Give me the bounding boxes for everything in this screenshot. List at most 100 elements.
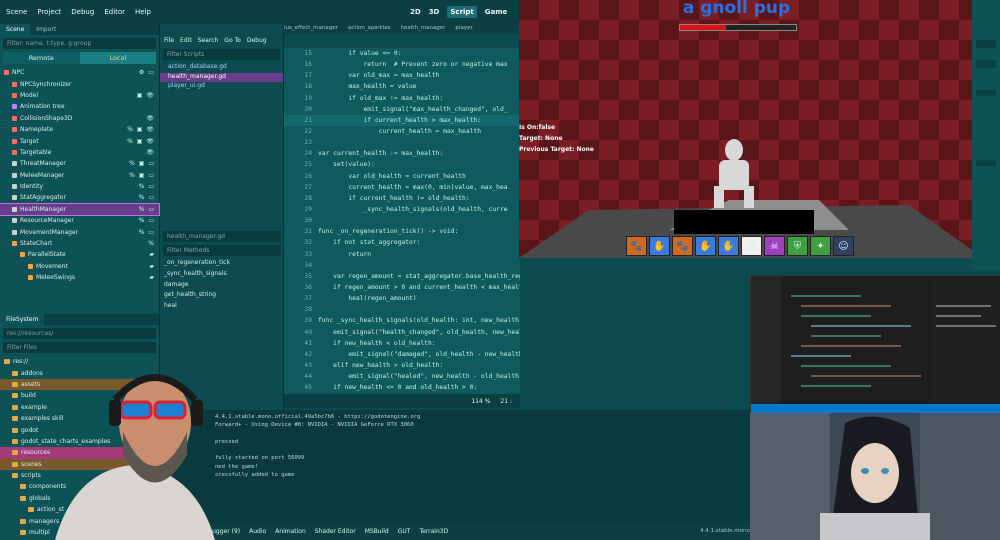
scene-node-row[interactable]: Identity % ▭: [0, 181, 159, 192]
local-button[interactable]: Local: [79, 52, 156, 64]
skill-slot-8[interactable]: ⛨: [787, 236, 808, 256]
line-text: if not stat_aggregator:: [318, 239, 421, 247]
inspector-dock-strip: [972, 0, 1000, 270]
tab-scene[interactable]: Scene: [0, 24, 31, 35]
fs-path-input[interactable]: res://resources/: [3, 328, 156, 339]
method-item[interactable]: get_health_string: [160, 291, 284, 302]
bottom-tab[interactable]: Shader Editor: [315, 528, 356, 535]
node-status-icons[interactable]: % ▭: [139, 194, 155, 201]
script-file-item[interactable]: player_ui.gd: [160, 82, 283, 92]
scene-node-row[interactable]: ResourceManager % ▭: [0, 215, 159, 226]
tab-filesystem[interactable]: FileSystem: [0, 314, 45, 325]
node-status-icons[interactable]: 👁: [146, 115, 155, 122]
bottom-tab[interactable]: MSBuild: [365, 528, 389, 535]
mode-script-button[interactable]: Script: [447, 6, 477, 18]
method-item[interactable]: heal: [160, 302, 284, 313]
skill-slot-6[interactable]: ♛: [741, 236, 762, 256]
code-editor[interactable]: 15 if value <= 0: 16 return # Prevent zer…: [284, 48, 520, 394]
node-status-icons[interactable]: 👁: [146, 149, 155, 156]
scene-node-row[interactable]: StatAggregator % ▭: [0, 192, 159, 203]
fs-filter-input[interactable]: Filter Files: [3, 342, 156, 353]
node-status-icons[interactable]: % ▭: [139, 183, 155, 190]
scene-node-row[interactable]: ThreatManager % ▣ ▭: [0, 158, 159, 169]
script-menu-go-to[interactable]: Go To: [224, 37, 241, 44]
scene-node-row[interactable]: NPC ⚙ ▭: [0, 67, 159, 78]
node-status-icons[interactable]: % ▭: [139, 229, 155, 236]
node-status-icons[interactable]: ▰: [149, 274, 155, 281]
script-menu-search[interactable]: Search: [198, 37, 219, 44]
method-item[interactable]: _on_regeneration_tick: [160, 259, 284, 270]
scene-node-row[interactable]: StateChart%: [0, 238, 159, 249]
script-menu-file[interactable]: File: [164, 37, 174, 44]
code-line: 31 func _on_regeneration_tick() -> void:: [284, 226, 520, 237]
menu-project[interactable]: Project: [37, 8, 61, 16]
scene-node-row[interactable]: Movement ▰: [0, 261, 159, 272]
node-status-icons[interactable]: % ▭: [139, 217, 155, 224]
line-text: elif new_health > old_health:: [318, 362, 444, 369]
menu-help[interactable]: Help: [135, 8, 151, 16]
node-status-icons[interactable]: % ▣ 👁: [127, 138, 155, 145]
menu-editor[interactable]: Editor: [104, 8, 125, 16]
output-line: fully started on port 56099: [215, 455, 305, 462]
bottom-tab[interactable]: Audio: [249, 528, 266, 535]
node-status-icons[interactable]: ▰: [149, 251, 155, 258]
scene-node-row[interactable]: Model ▣ 👁: [0, 90, 159, 101]
node-status-icons[interactable]: ▰: [149, 263, 155, 270]
node-status-icons[interactable]: ⚙ ▭: [139, 69, 155, 76]
skill-slot-4[interactable]: ✋: [695, 236, 716, 256]
line-text: emit_signal("damaged", old_health - new_…: [348, 350, 520, 358]
scene-node-row[interactable]: MovementManager % ▭: [0, 226, 159, 237]
node-status-icons[interactable]: %: [148, 240, 155, 247]
node-status-icons[interactable]: ▣ 👁: [137, 92, 155, 99]
script-filter-input[interactable]: Filter Scripts: [163, 49, 280, 60]
editor-tab[interactable]: player: [452, 24, 475, 34]
mode-3d-button[interactable]: 3D: [429, 8, 440, 16]
scene-node-row[interactable]: HealthManager % ▭: [0, 202, 160, 217]
method-filter-input[interactable]: Filter Methods: [163, 245, 281, 256]
skill-slot-7[interactable]: ☠: [764, 236, 785, 256]
editor-tab[interactable]: action_sparkles: [345, 24, 394, 34]
skill-slot-5[interactable]: ✋: [718, 236, 739, 256]
script-file-item[interactable]: health_manager.gd: [160, 72, 283, 82]
scene-node-row[interactable]: ParallelState ▰: [0, 249, 159, 260]
bottom-tab[interactable]: Animation: [275, 528, 306, 535]
scene-node-row[interactable]: MeleeManager % ▣ ▭: [0, 170, 159, 181]
scene-node-row[interactable]: NPCSynchronizer: [0, 78, 159, 89]
mode-2d-button[interactable]: 2D: [410, 8, 421, 16]
bottom-tab[interactable]: GUT: [398, 528, 411, 535]
node-status-icons[interactable]: % ▣ ▭: [129, 172, 155, 179]
mode-game-button[interactable]: Game: [485, 8, 508, 16]
skill-icon: ☺: [838, 240, 849, 252]
node-status-icons[interactable]: % ▭: [139, 206, 155, 213]
tab-import[interactable]: Import: [30, 24, 62, 35]
method-item[interactable]: damage: [160, 281, 284, 292]
skill-slot-3[interactable]: 🐾: [672, 236, 693, 256]
bottom-tab[interactable]: Terrain3D: [419, 528, 448, 535]
node-status-icons[interactable]: % ▣ ▭: [129, 160, 155, 167]
scene-node-row[interactable]: Targetable 👁: [0, 147, 159, 158]
editor-tab[interactable]: health_manager: [398, 24, 449, 34]
skill-slot-2[interactable]: ✋: [649, 236, 670, 256]
script-menu-debug[interactable]: Debug: [247, 37, 267, 44]
line-text: var old_max = max_health: [318, 72, 440, 80]
scene-filter-input[interactable]: Filter: name, t:type, g:group: [3, 38, 156, 49]
output-line: ccessfully added to game: [215, 472, 295, 479]
remote-button[interactable]: Remote: [3, 52, 80, 64]
menu-scene[interactable]: Scene: [6, 8, 27, 16]
scene-node-row[interactable]: CollisionShape3D 👁: [0, 113, 159, 124]
script-file-item[interactable]: action_database.gd: [160, 63, 283, 73]
scene-node-row[interactable]: Animation tree: [0, 101, 159, 112]
skill-slot-1[interactable]: 🐾: [626, 236, 647, 256]
script-menu-edit[interactable]: Edit: [180, 37, 192, 44]
method-item[interactable]: _sync_health_signals: [160, 270, 284, 281]
game-viewport[interactable]: a gnoll pup Is On:false Target: None Pre…: [519, 0, 972, 258]
menu-debug[interactable]: Debug: [71, 8, 94, 16]
debug-is-on: Is On:false: [519, 124, 556, 131]
skill-slot-10[interactable]: ☺: [833, 236, 854, 256]
scene-node-row[interactable]: MeleeSwings ▰: [0, 272, 159, 283]
scene-node-row[interactable]: Target % ▣ 👁: [0, 135, 159, 146]
scene-node-row[interactable]: Nameplate % ▣ 👁: [0, 124, 159, 135]
zoom-level[interactable]: 114 %: [471, 398, 490, 405]
skill-slot-9[interactable]: ✦: [810, 236, 831, 256]
node-status-icons[interactable]: % ▣ 👁: [127, 126, 155, 133]
